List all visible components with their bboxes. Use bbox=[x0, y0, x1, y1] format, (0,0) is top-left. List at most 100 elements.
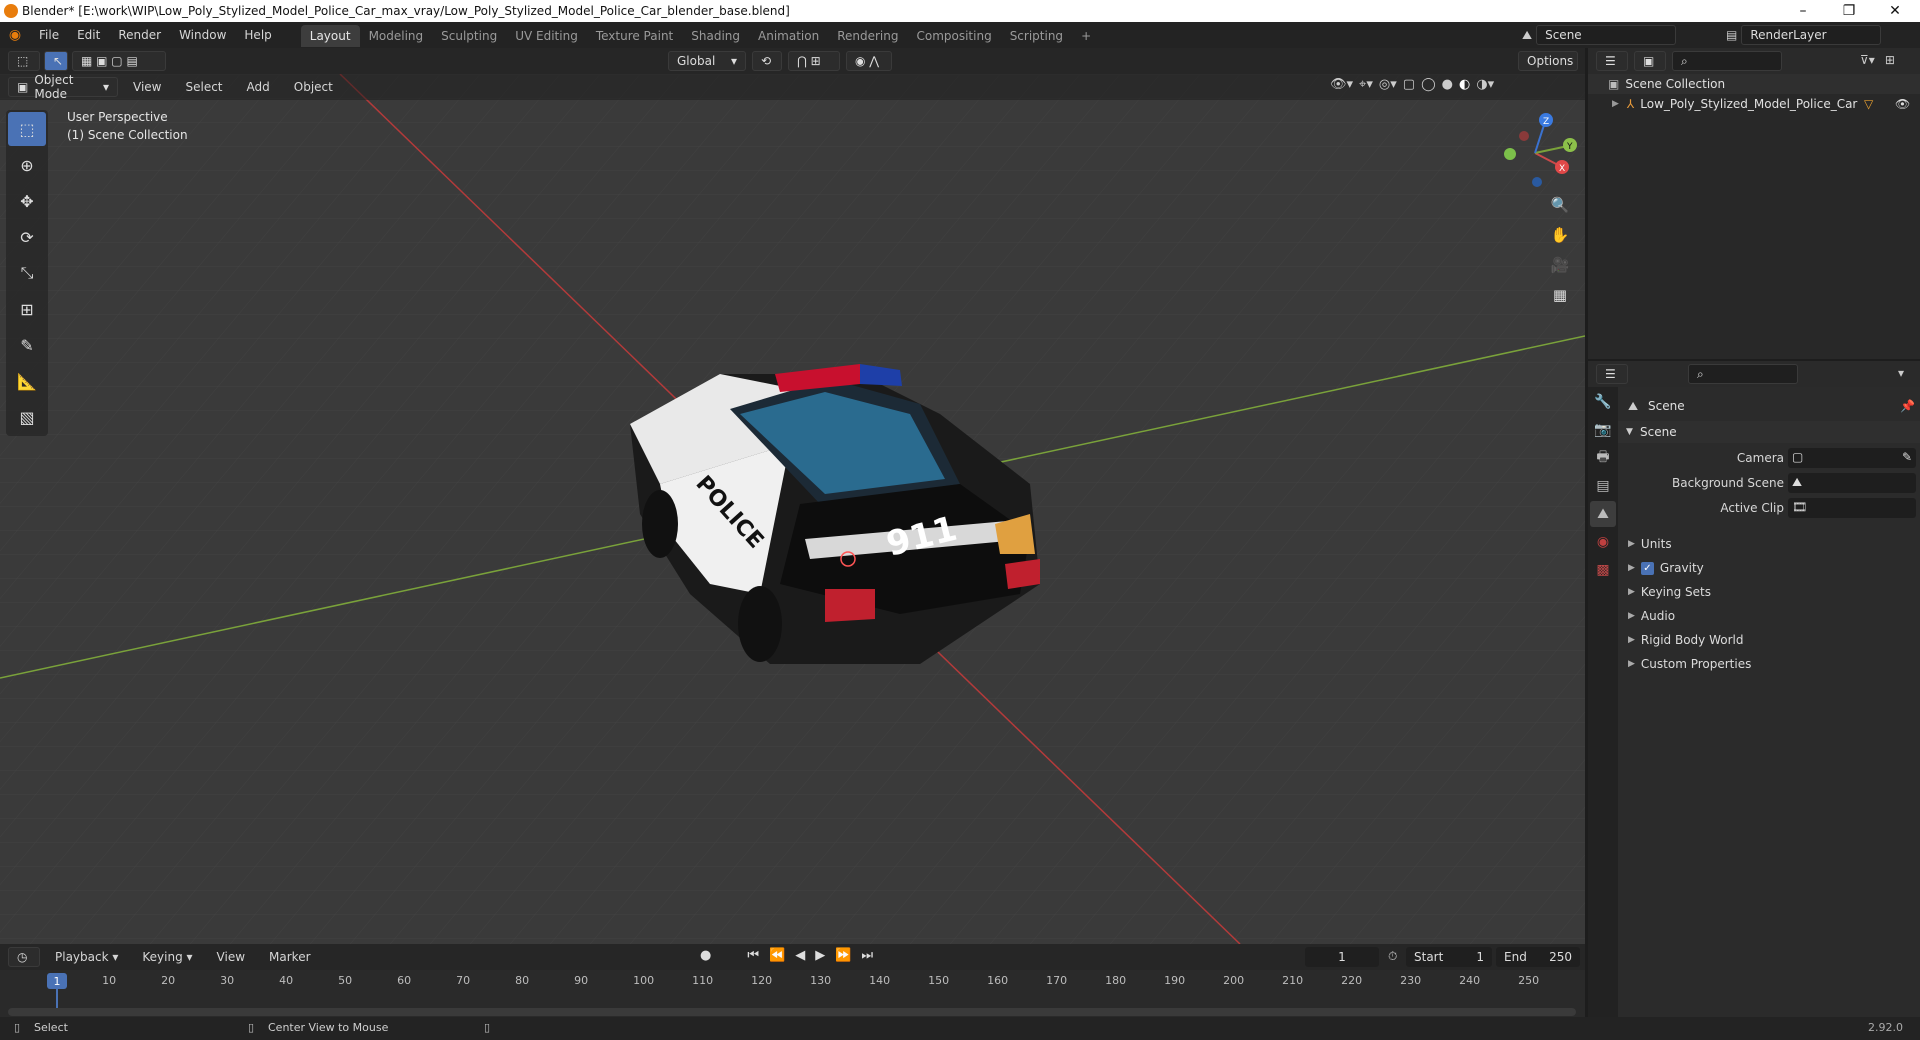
add-cube-tool[interactable]: ▧ bbox=[8, 400, 46, 434]
output-properties-tab[interactable]: 🖶 bbox=[1590, 445, 1616, 471]
rotate-tool[interactable]: ⟳ bbox=[8, 220, 46, 254]
tab-uv-editing[interactable]: UV Editing bbox=[506, 25, 587, 47]
current-frame-field[interactable]: 1 bbox=[1305, 947, 1379, 967]
rendered-shading-icon[interactable]: ◑▾ bbox=[1476, 77, 1494, 92]
timeline-ruler[interactable]: 1102030405060708090100110120130140150160… bbox=[0, 970, 1585, 990]
properties-search-input[interactable]: ⌕ bbox=[1688, 364, 1798, 384]
camera-field[interactable]: ▢ ✎ bbox=[1788, 448, 1916, 468]
tool-properties-tab[interactable]: 🔧 bbox=[1590, 389, 1616, 415]
scene-panel-header[interactable]: ▼ Scene bbox=[1618, 421, 1920, 443]
scale-tool[interactable]: ⤡ bbox=[8, 256, 46, 290]
eye-visibility-icon[interactable]: 👁 bbox=[1895, 97, 1910, 111]
outliner-row-scene-collection[interactable]: ▣ Scene Collection bbox=[1588, 74, 1920, 94]
transform-orientation-dropdown[interactable]: Global ▾ bbox=[668, 51, 746, 71]
viewport-menu-add[interactable]: Add bbox=[238, 77, 279, 97]
tab-shading[interactable]: Shading bbox=[682, 25, 749, 47]
scene-selector[interactable]: Scene bbox=[1536, 25, 1677, 45]
solid-shading-icon[interactable]: ● bbox=[1442, 77, 1453, 92]
active-clip-field[interactable]: 🎞 bbox=[1788, 498, 1916, 518]
proportional-edit-toggle[interactable]: ◉ ⋀ bbox=[846, 51, 892, 71]
menu-edit[interactable]: Edit bbox=[68, 22, 109, 48]
add-workspace-button[interactable]: + bbox=[1072, 25, 1100, 47]
render-properties-tab[interactable]: 📷 bbox=[1590, 417, 1616, 443]
pin-icon[interactable]: 📌 bbox=[1900, 399, 1915, 413]
minimize-button[interactable]: – bbox=[1780, 0, 1826, 22]
timeline-scrollbar[interactable] bbox=[8, 1008, 1576, 1016]
outliner-row-object[interactable]: ▶ ⅄ Low_Poly_Stylized_Model_Police_Car ▽… bbox=[1588, 94, 1920, 114]
material-shading-icon[interactable]: ◐ bbox=[1459, 77, 1470, 92]
timeline-editor-type-button[interactable]: ◷ bbox=[8, 947, 40, 967]
3d-viewport[interactable]: 911 POLICE bbox=[0, 74, 1585, 944]
new-collection-icon[interactable]: ⊞ bbox=[1885, 53, 1895, 67]
timeline-menu-marker[interactable]: Marker bbox=[260, 947, 319, 967]
playhead[interactable]: 1 bbox=[47, 973, 67, 989]
display-mode-button[interactable]: ▣ bbox=[1634, 51, 1666, 71]
view-layer-properties-tab[interactable]: ▤ bbox=[1590, 473, 1616, 499]
camera-view-icon[interactable]: 🎥 bbox=[1546, 252, 1574, 278]
viewport-menu-view[interactable]: View bbox=[124, 77, 170, 97]
outliner-editor-type-button[interactable]: ☰ bbox=[1596, 51, 1628, 71]
outliner-search-input[interactable]: ⌕ bbox=[1672, 51, 1782, 71]
wireframe-shading-icon[interactable]: ◯ bbox=[1421, 77, 1436, 92]
tab-layout[interactable]: Layout bbox=[300, 25, 360, 47]
select-box-tool[interactable]: ⬚ bbox=[8, 112, 46, 146]
navigation-gizmo[interactable]: X Y Z bbox=[1490, 108, 1580, 198]
measure-tool[interactable]: 📐 bbox=[8, 364, 46, 398]
jump-start-icon[interactable]: ⏮ bbox=[747, 948, 759, 963]
menu-window[interactable]: Window bbox=[170, 22, 235, 48]
cursor-tool[interactable]: ⊕ bbox=[8, 148, 46, 182]
zoom-view-icon[interactable]: 🔍 bbox=[1546, 192, 1574, 218]
filter-icon[interactable]: ⊽▾ bbox=[1860, 53, 1875, 67]
pan-hand-icon[interactable]: ✋ bbox=[1546, 222, 1574, 248]
tab-scripting[interactable]: Scripting bbox=[1001, 25, 1072, 47]
chevron-down-icon[interactable]: ▾ bbox=[1898, 366, 1904, 380]
play-reverse-icon[interactable]: ◀ bbox=[795, 948, 805, 963]
eyedropper-icon[interactable]: ✎ bbox=[1902, 450, 1912, 464]
properties-editor-type-button[interactable]: ☰ bbox=[1596, 364, 1628, 384]
object-mode-dropdown[interactable]: ▣ Object Mode ▾ bbox=[8, 73, 118, 101]
blender-menu-icon[interactable]: ◉ bbox=[0, 27, 30, 43]
timeline-menu-keying[interactable]: Keying ▾ bbox=[133, 947, 201, 967]
pivot-point-dropdown[interactable]: ⟲ bbox=[752, 51, 782, 71]
visibility-icon[interactable]: 👁▾ bbox=[1330, 77, 1353, 92]
move-tool[interactable]: ✥ bbox=[8, 184, 46, 218]
overlay-toggle-icon[interactable]: ◎▾ bbox=[1379, 77, 1397, 92]
tab-texture-paint[interactable]: Texture Paint bbox=[587, 25, 682, 47]
gizmo-toggle-icon[interactable]: ⌖▾ bbox=[1359, 77, 1373, 92]
snap-toggle[interactable]: ⋂ ⊞ bbox=[788, 51, 840, 71]
close-button[interactable]: ✕ bbox=[1872, 0, 1918, 22]
stopwatch-icon[interactable]: ⏱ bbox=[1388, 949, 1397, 964]
world-properties-tab[interactable]: ◉ bbox=[1590, 529, 1616, 555]
timeline-menu-playback[interactable]: Playback ▾ bbox=[46, 947, 127, 967]
menu-file[interactable]: File bbox=[30, 22, 68, 48]
expand-arrow-icon[interactable]: ▶ bbox=[1612, 99, 1619, 109]
select-box-tool-button[interactable]: ↖ bbox=[44, 51, 68, 71]
jump-end-icon[interactable]: ⏭ bbox=[861, 948, 873, 963]
end-frame-field[interactable]: End 250 bbox=[1496, 947, 1580, 967]
transform-tool[interactable]: ⊞ bbox=[8, 292, 46, 326]
viewport-menu-select[interactable]: Select bbox=[176, 77, 231, 97]
selection-mode-buttons[interactable]: ▦ ▣ ▢ ▤ bbox=[72, 51, 166, 71]
prev-keyframe-icon[interactable]: ⏪ bbox=[769, 948, 785, 963]
scene-properties-tab[interactable]: ⛰ bbox=[1590, 501, 1616, 527]
xray-toggle-icon[interactable]: ▢ bbox=[1403, 77, 1415, 92]
background-scene-field[interactable]: ⛰ bbox=[1788, 473, 1916, 493]
audio-subpanel[interactable]: ▶ Audio bbox=[1628, 609, 1675, 623]
rigid-body-world-subpanel[interactable]: ▶ Rigid Body World bbox=[1628, 633, 1743, 647]
tab-modeling[interactable]: Modeling bbox=[360, 25, 433, 47]
viewport-menu-object[interactable]: Object bbox=[285, 77, 342, 97]
record-keyframe-icon[interactable]: ● bbox=[700, 948, 711, 963]
menu-render[interactable]: Render bbox=[109, 22, 170, 48]
units-subpanel[interactable]: ▶ Units bbox=[1628, 537, 1672, 551]
tab-sculpting[interactable]: Sculpting bbox=[432, 25, 506, 47]
gravity-checkbox[interactable]: ✓ bbox=[1640, 561, 1654, 575]
ortho-grid-icon[interactable]: ▦ bbox=[1546, 282, 1574, 308]
options-dropdown[interactable]: Options bbox=[1518, 51, 1578, 71]
police-car-model[interactable]: 911 POLICE bbox=[600, 334, 1060, 734]
renderlayer-selector[interactable]: RenderLayer bbox=[1741, 25, 1882, 45]
menu-help[interactable]: Help bbox=[235, 22, 280, 48]
timeline-panel[interactable]: 1102030405060708090100110120130140150160… bbox=[0, 970, 1585, 1020]
maximize-button[interactable]: ❐ bbox=[1826, 0, 1872, 22]
annotate-tool[interactable]: ✎ bbox=[8, 328, 46, 362]
tab-compositing[interactable]: Compositing bbox=[907, 25, 1000, 47]
